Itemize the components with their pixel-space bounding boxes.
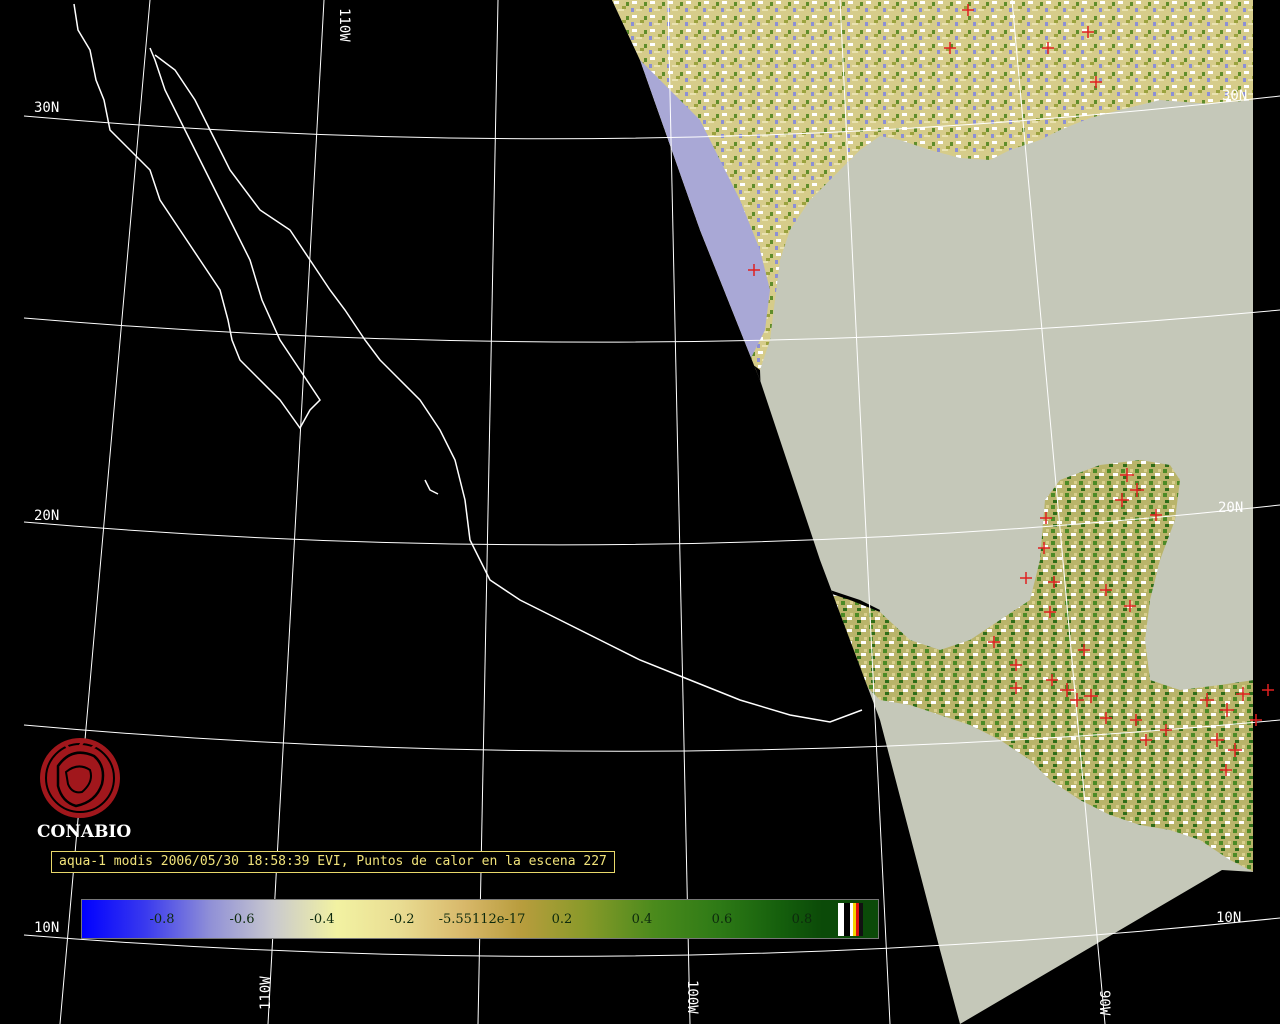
lon-label-110w-bottom: 110W [258, 976, 274, 1010]
lat-label-30n-west: 30N [34, 100, 59, 116]
colorbar-tick: 0.6 [711, 912, 733, 927]
colorbar-tick: 0.8 [791, 912, 813, 927]
colorbar-tick: -0.6 [229, 912, 255, 927]
colorbar-tick: 0.4 [631, 912, 653, 927]
colorbar-tick: -5.55112e-17 [438, 912, 526, 927]
lon-label-90w-bottom: 90W [1096, 990, 1112, 1016]
lat-label-30n-east: 30N [1222, 88, 1247, 104]
lon-label-110w-top: 110W [336, 8, 352, 42]
lat-label-10n-west: 10N [34, 920, 59, 936]
colorbar-tick: -0.2 [389, 912, 415, 927]
colorbar-tick: 0.2 [551, 912, 573, 927]
colorbar-swatch-dark [859, 903, 863, 936]
colorbar-tick: -0.4 [309, 912, 335, 927]
lat-label-20n-west: 20N [34, 508, 59, 524]
evi-colorbar: -0.8 -0.6 -0.4 -0.2 -5.55112e-17 0.2 0.4… [81, 899, 879, 939]
logo-name: CONABIO [37, 822, 132, 842]
lat-label-10n-east: 10N [1216, 910, 1241, 926]
lat-label-20n-east: 20N [1218, 500, 1243, 516]
lon-label-100w-bottom: 100W [684, 980, 700, 1014]
colorbar-tick: -0.8 [149, 912, 175, 927]
scene-caption: aqua-1 modis 2006/05/30 18:58:39 EVI, Pu… [51, 851, 615, 873]
